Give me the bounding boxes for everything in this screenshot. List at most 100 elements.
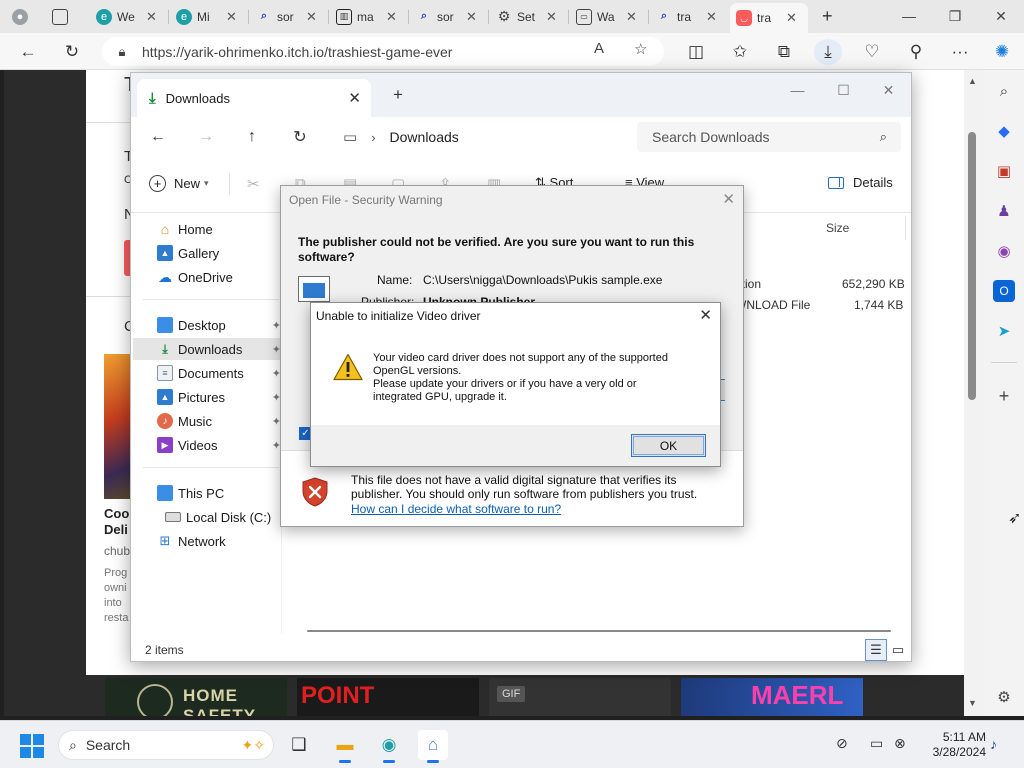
explorer-forward-button[interactable]: →: [193, 126, 219, 148]
scrollbar-thumb[interactable]: [307, 630, 891, 632]
favorite-star-icon[interactable]: ☆: [634, 40, 647, 58]
breadcrumb[interactable]: ▭ › Downloads: [333, 122, 627, 152]
display-icon[interactable]: ▭: [870, 735, 883, 752]
task-view-button[interactable]: ❑: [284, 730, 314, 760]
close-icon[interactable]: ✕: [626, 9, 637, 25]
extensions-button[interactable]: ⚲: [902, 39, 930, 65]
column-header-size[interactable]: Size: [826, 221, 849, 235]
nav-item-this-pc[interactable]: This PC: [157, 482, 281, 504]
nav-item-videos[interactable]: ▶ Videos ✦: [157, 434, 281, 456]
scroll-up-icon[interactable]: ▲: [968, 76, 977, 86]
nav-item-downloads[interactable]: ⤓ Downloads ✦: [133, 338, 281, 360]
ok-button[interactable]: OK: [631, 434, 706, 457]
new-button[interactable]: + New ▾: [149, 175, 209, 192]
more-menu-button[interactable]: ···: [946, 39, 974, 65]
shopping-tag-icon[interactable]: ◆: [993, 120, 1015, 142]
details-view-button[interactable]: ☰: [865, 639, 887, 661]
edge-taskbar-button[interactable]: ◉: [374, 730, 404, 763]
browser-tab-2[interactable]: e Mi ✕: [170, 4, 248, 29]
explorer-refresh-button[interactable]: ↻: [287, 126, 313, 148]
browser-tab-8[interactable]: ⌕ tra ✕: [650, 4, 728, 29]
scroll-down-icon[interactable]: ▼: [968, 698, 977, 708]
close-window-button[interactable]: ✕: [978, 4, 1024, 28]
outlook-icon[interactable]: O: [993, 280, 1015, 302]
close-icon[interactable]: ✕: [706, 9, 717, 25]
favorites-button[interactable]: ✩: [726, 39, 754, 65]
nav-item-onedrive[interactable]: ☁ OneDrive: [157, 266, 281, 288]
nav-item-gallery[interactable]: ▲ Gallery: [157, 242, 281, 264]
game-thumbnail[interactable]: POINT: [297, 678, 479, 716]
browser-tab-4[interactable]: ▥ ma ✕: [330, 4, 408, 29]
nav-item-network[interactable]: ⊞ Network: [157, 530, 281, 552]
horizontal-scrollbar[interactable]: [291, 625, 911, 635]
help-link[interactable]: How can I decide what software to run?: [351, 502, 561, 516]
explorer-search-input[interactable]: Search Downloads ⌕: [637, 122, 901, 152]
explorer-minimize-button[interactable]: —: [775, 77, 820, 103]
close-icon[interactable]: ✕: [146, 9, 157, 25]
nav-item-local-disk[interactable]: Local Disk (C:): [165, 506, 289, 528]
dialog-close-button[interactable]: ✕: [699, 306, 712, 324]
profile-button[interactable]: ●: [6, 4, 40, 29]
browser-tab-7[interactable]: ▭ Wa ✕: [570, 4, 648, 29]
nav-item-home[interactable]: ⌂ Home: [157, 218, 281, 240]
split-screen-button[interactable]: ◫: [682, 39, 710, 65]
gear-icon[interactable]: ⚙: [993, 686, 1015, 708]
read-aloud-icon[interactable]: A︎: [594, 40, 604, 57]
close-icon[interactable]: ✕: [386, 9, 397, 25]
volume-muted-icon[interactable]: ⊗: [894, 735, 906, 752]
nav-item-music[interactable]: ♪ Music ✦: [157, 410, 281, 432]
send-icon[interactable]: ➤: [993, 320, 1015, 342]
explorer-maximize-button[interactable]: ☐: [821, 77, 866, 103]
nav-item-pictures[interactable]: ▲ Pictures ✦: [157, 386, 281, 408]
browser-tab-5[interactable]: ⌕ sor ✕: [410, 4, 488, 29]
tiles-view-button[interactable]: ▭: [887, 639, 909, 661]
browser-essentials-button[interactable]: ♡: [858, 39, 886, 65]
explorer-back-button[interactable]: ←: [145, 126, 171, 148]
browser-tab-1[interactable]: e We ✕: [90, 4, 168, 29]
breadcrumb-item[interactable]: Downloads: [390, 129, 459, 145]
scrollbar-thumb[interactable]: [968, 132, 976, 400]
nav-item-desktop[interactable]: Desktop ✦: [157, 314, 281, 336]
explorer-new-tab-button[interactable]: +: [393, 85, 403, 105]
close-icon[interactable]: ✕: [306, 9, 317, 25]
games-icon[interactable]: ♟: [993, 200, 1015, 222]
close-icon[interactable]: ✕: [546, 9, 557, 25]
minimize-button[interactable]: —: [886, 4, 932, 28]
page-scrollbar[interactable]: ▲ ▼: [964, 70, 983, 716]
close-icon[interactable]: ✕: [226, 9, 237, 25]
restore-button[interactable]: ❐: [932, 4, 978, 28]
tools-icon[interactable]: ▣: [993, 160, 1015, 182]
game-title[interactable]: Coo Deli: [104, 506, 129, 538]
new-tab-button[interactable]: +: [816, 4, 844, 29]
start-button[interactable]: [20, 734, 44, 758]
close-icon[interactable]: ✕: [348, 89, 361, 107]
godot-taskbar-button[interactable]: ⌂: [418, 730, 448, 763]
no-network-icon[interactable]: ⊘: [836, 735, 848, 752]
game-thumbnail[interactable]: HOME SAFETY: [105, 678, 287, 716]
game-thumbnail[interactable]: MAERL: [681, 678, 863, 716]
collections-button[interactable]: ⧉: [770, 39, 798, 65]
explorer-up-button[interactable]: ↑: [239, 126, 265, 148]
microsoft-365-icon[interactable]: ◉: [993, 240, 1015, 262]
game-thumbnail[interactable]: [104, 354, 130, 499]
cut-icon[interactable]: ✂: [247, 175, 260, 193]
refresh-button[interactable]: ↻: [58, 39, 86, 65]
close-icon[interactable]: ✕: [466, 9, 477, 25]
plus-icon[interactable]: +: [993, 385, 1015, 407]
tab-actions-button[interactable]: [46, 4, 76, 29]
nav-item-documents[interactable]: ≡ Documents ✦: [157, 362, 281, 384]
copilot-button[interactable]: ✺: [988, 39, 1016, 65]
system-clock[interactable]: 5:11 AM 3/28/2024: [922, 730, 986, 760]
back-button[interactable]: ←: [14, 39, 42, 65]
explorer-tab-downloads[interactable]: ⤓ Downloads ✕: [137, 79, 371, 117]
notification-bell-icon[interactable]: ♪: [990, 736, 997, 752]
explorer-close-button[interactable]: ✕: [866, 77, 911, 103]
browser-tab-6[interactable]: ⚙ Set ✕: [490, 4, 568, 29]
search-icon[interactable]: ⌕: [993, 80, 1015, 102]
game-thumbnail[interactable]: GIF: [489, 678, 671, 716]
address-bar[interactable]: 🔒︎ https://yarik-ohrimenko.itch.io/trash…: [102, 37, 664, 66]
browser-tab-active[interactable]: ◡ tra ✕: [730, 3, 808, 33]
game-author[interactable]: chub: [104, 544, 130, 558]
details-button[interactable]: Details: [828, 175, 893, 190]
taskbar-search[interactable]: ⌕ Search ✦✧: [58, 730, 274, 760]
